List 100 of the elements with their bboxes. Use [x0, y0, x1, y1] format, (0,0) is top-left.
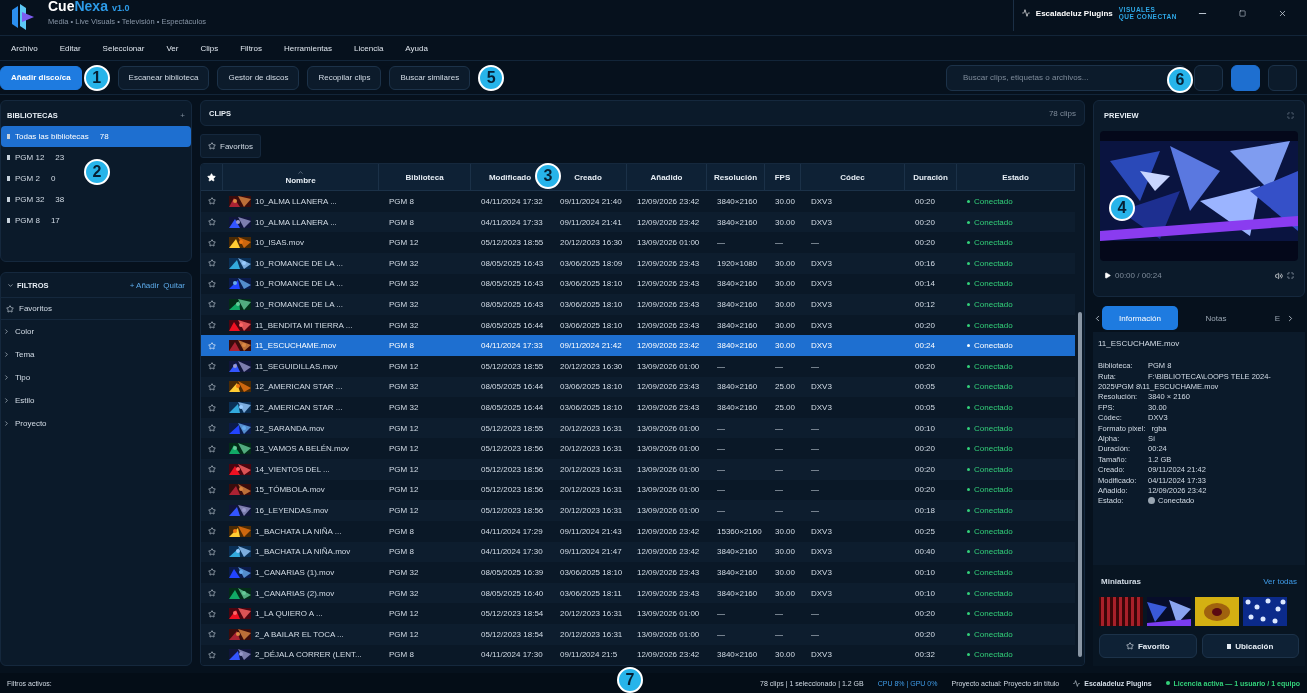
table-row[interactable]: 2_A BAILAR EL TOCA ... PGM 12 05/12/2023 18:54 20/12/2023 16:31 13/09/2026 01:00 — — — 00:20 Conectado: [201, 623, 1075, 645]
toolbar-button[interactable]: Recopilar clips: [307, 65, 382, 90]
status-dot-icon: [967, 570, 970, 574]
column-header[interactable]: Añadido: [650, 172, 683, 182]
library-item[interactable]: PGM 8 17: [1, 210, 66, 232]
menu-item[interactable]: Ayuda: [405, 43, 438, 53]
table-cell-text: 3840×2160: [716, 650, 759, 660]
table-cell: Conectado: [974, 567, 1013, 577]
favorite-star-icon[interactable]: [208, 218, 216, 227]
tool-button[interactable]: [1231, 64, 1260, 91]
add-filter-link[interactable]: + Añadir: [129, 280, 160, 290]
favorite-star-icon[interactable]: [208, 382, 216, 391]
filter-group[interactable]: Tema: [1, 343, 191, 367]
toolbar-button[interactable]: Añadir disco/ca: [0, 65, 82, 90]
table-cell-text: —: [810, 609, 820, 619]
favorite-star-icon[interactable]: [208, 589, 216, 597]
table-row[interactable]: 10_ALMA LLANERA ... PGM 8 04/11/2024 17:33 09/11/2024 21:41 12/09/2026 23:42 3840×2160 30.00 DXV3 00:20 Conectado: [201, 211, 1075, 233]
favorite-star-icon[interactable]: [208, 527, 216, 536]
favorite-star-icon[interactable]: [208, 279, 216, 288]
favorite-star-icon[interactable]: [208, 424, 216, 433]
menu-item[interactable]: Archivo: [11, 43, 48, 53]
scroll-left-icon[interactable]: [1093, 313, 1102, 323]
table-row[interactable]: 16_LEYENDAS.mov PGM 12 05/12/2023 18:56 20/12/2023 16:31 13/09/2026 01:00 — — — 00:18 Conectado: [201, 500, 1075, 521]
menu-item[interactable]: Filtros: [240, 43, 272, 53]
favorite-star-icon[interactable]: [208, 485, 216, 494]
favorite-star-icon[interactable]: [208, 300, 216, 309]
view-all-link[interactable]: Ver todas: [1263, 576, 1297, 586]
favorite-star-icon[interactable]: [208, 547, 216, 556]
menu-item[interactable]: Clips: [200, 43, 229, 53]
table-cell: 12_AMERICAN STAR ...: [255, 403, 343, 413]
play-icon[interactable]: [1104, 272, 1111, 280]
toolbar-button[interactable]: Escanear biblioteca: [117, 65, 210, 90]
column-header[interactable]: Códec: [840, 172, 865, 182]
toolbar-button[interactable]: Gestor de discos: [217, 65, 300, 90]
location-button[interactable]: Ubicación: [1201, 634, 1299, 659]
favorite-star-icon[interactable]: [208, 238, 216, 247]
table-cell-text: PGM 12: [388, 506, 420, 516]
toolbar-button[interactable]: Buscar similares: [389, 65, 471, 90]
table-cell-text: PGM 12: [388, 629, 420, 639]
menu-item[interactable]: Editar: [59, 43, 91, 53]
table-row[interactable]: 11_ESCUCHAME.mov PGM 8 04/11/2024 17:33 09/11/2024 21:42 12/09/2026 23:42 3840×2160 30.00 DXV3 00:24 Conectado: [201, 335, 1075, 356]
menu-item[interactable]: Licencia: [354, 43, 394, 53]
tab[interactable]: E: [1254, 306, 1286, 331]
favorite-star-icon[interactable]: [208, 197, 216, 206]
favorite-star-icon[interactable]: [208, 650, 216, 659]
filter-item[interactable]: Favoritos: [1, 297, 191, 321]
filter-group[interactable]: Proyecto: [1, 412, 191, 436]
filter-group[interactable]: Tipo: [1, 366, 191, 390]
column-header[interactable]: Duración: [913, 172, 948, 182]
scrollbar-thumb[interactable]: [1077, 312, 1082, 658]
filter-group[interactable]: Color: [1, 320, 191, 344]
table-row[interactable]: 10_ROMANCE DE LA ... PGM 32 08/05/2025 16:43 03/06/2025 18:09 12/09/2026 23:43 1920×1080 30.00 DXV3 00:16 Conectado: [201, 252, 1075, 274]
table-cell-text: PGM 12: [388, 485, 420, 495]
column-header[interactable]: Modificado: [488, 172, 532, 182]
table-cell-text: 00:25: [914, 526, 937, 536]
menu-item[interactable]: Ver: [166, 43, 189, 53]
status-dot-icon: [967, 467, 970, 471]
table-row[interactable]: 14_VIENTOS DEL ... PGM 12 05/12/2023 18:56 20/12/2023 16:31 13/09/2026 01:00 — — — 00:20 Conectado: [201, 459, 1075, 480]
fullscreen-icon[interactable]: [1287, 272, 1294, 280]
favorite-star-icon[interactable]: [208, 259, 216, 268]
menu-item[interactable]: Seleccionar: [102, 43, 155, 53]
column-header[interactable]: Nombre: [285, 176, 316, 186]
column-header[interactable]: Biblioteca: [405, 172, 444, 182]
filter-group[interactable]: Estilo: [1, 389, 191, 413]
column-header[interactable]: Estado: [1002, 172, 1029, 182]
favorite-star-icon[interactable]: [208, 630, 216, 639]
table-row[interactable]: 10_ROMANCE DE LA ... PGM 32 08/05/2025 16:43 03/06/2025 18:10 12/09/2026 23:43 3840×2160 30.00 DXV3 00:12 Conectado: [201, 294, 1075, 315]
favorite-star-icon[interactable]: [208, 444, 216, 453]
favorite-star-icon[interactable]: [208, 568, 216, 577]
table-cell: Conectado: [974, 629, 1013, 639]
table-cell-text: —: [810, 629, 820, 639]
menu-item[interactable]: Herramientas: [284, 43, 342, 53]
favorite-star-icon[interactable]: [208, 465, 216, 474]
table-row[interactable]: 12_AMERICAN STAR ... PGM 32 08/05/2025 16:44 03/06/2025 18:10 12/09/2026 23:43 3840×2160 25.00 DXV3 00:05 Conectado: [201, 376, 1075, 398]
favorite-star-icon[interactable]: [208, 321, 216, 330]
table-row[interactable]: 1_CANARIAS (2).mov PGM 32 08/05/2025 16:40 03/06/2025 18:11 12/09/2026 23:43 3840×2160 30.00 DXV3 00:10 Conectado: [201, 582, 1075, 604]
remove-filter-link[interactable]: Quitar: [163, 280, 185, 290]
table-cell: 1_BACHATA LA NIÑA.mov: [255, 547, 351, 557]
library-item[interactable]: PGM 12 23: [1, 147, 71, 169]
favorites-chip[interactable]: Favoritos: [200, 134, 261, 159]
column-header[interactable]: FPS: [774, 172, 791, 182]
scroll-right-icon[interactable]: [1286, 313, 1295, 323]
favorite-star-icon[interactable]: [208, 609, 216, 618]
column-header[interactable]: Resolución: [713, 172, 758, 182]
favorite-button[interactable]: Favorito: [1099, 634, 1197, 659]
library-item[interactable]: Todas las bibliotecas 78: [1, 126, 191, 148]
table-row[interactable]: 1_BACHATA LA NIÑA.mov PGM 8 04/11/2024 17:30 09/11/2024 21:47 12/09/2026 23:42 3840×2160 30.00 DXV3 00:40 Conectado: [201, 541, 1075, 563]
favorite-star-icon[interactable]: [208, 403, 216, 412]
volume-icon[interactable]: [1275, 271, 1283, 280]
add-library-button[interactable]: +: [180, 110, 185, 120]
library-item[interactable]: PGM 32 38: [1, 189, 71, 211]
library-item[interactable]: PGM 2 0: [1, 168, 62, 190]
tab[interactable]: Notas: [1178, 306, 1254, 331]
favorite-star-icon[interactable]: [208, 362, 216, 371]
column-header[interactable]: Creado: [574, 172, 602, 182]
table-row[interactable]: 12_SARANDA.mov PGM 12 05/12/2023 18:55 20/12/2023 16:31 13/09/2026 01:00 — — — 00:10 Conectado: [201, 417, 1075, 439]
favorite-star-icon[interactable]: [208, 506, 216, 515]
tab[interactable]: Información: [1102, 306, 1178, 331]
table-cell-text: 03/06/2025 18:11: [559, 588, 623, 598]
table-cell: 15_TÓMBOLA.mov: [255, 485, 325, 495]
